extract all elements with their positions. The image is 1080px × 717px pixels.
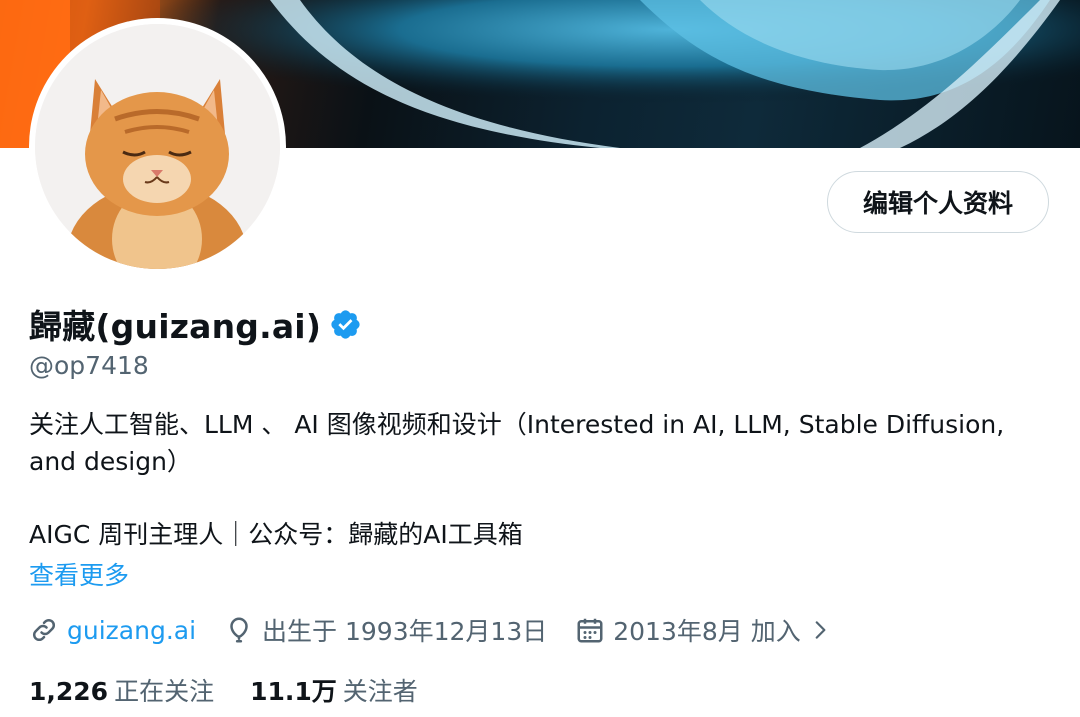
birthday-item: 出生于 1993年12月13日 (224, 612, 547, 648)
link-icon (32, 618, 56, 642)
profile-bio-line2: AIGC 周刊主理人｜公众号：歸藏的AI工具箱 (29, 520, 523, 549)
followers-stat[interactable]: 11.1万 关注者 (250, 672, 418, 708)
profile-name-row: 歸藏(guizang.ai) (29, 302, 362, 346)
profile-meta-row: guizang.ai 出生于 1993年12月13日 2013年8月 加入 (29, 610, 869, 650)
cat-avatar-image (35, 24, 280, 269)
followers-count: 11.1万 (250, 677, 337, 706)
avatar[interactable] (35, 24, 280, 269)
following-count: 1,226 (29, 677, 109, 706)
website-item[interactable]: guizang.ai (29, 615, 196, 645)
see-more-link[interactable]: 查看更多 (29, 556, 129, 592)
following-label: 正在关注 (114, 677, 215, 706)
joined-item: 2013年8月 加入 (575, 612, 840, 648)
profile-handle: @op7418 (29, 351, 149, 380)
website-link[interactable]: guizang.ai (67, 616, 196, 645)
display-name: 歸藏(guizang.ai) (29, 307, 322, 346)
edit-profile-button[interactable]: 编辑个人资料 (827, 171, 1049, 233)
calendar-icon (577, 618, 603, 643)
birthday-text: 出生于 1993年12月13日 (262, 617, 548, 646)
profile-bio: 关注人工智能、LLM 、 AI 图像视频和设计（Interested in AI… (29, 410, 1005, 476)
chevron-right-icon[interactable] (807, 617, 833, 643)
following-stat[interactable]: 1,226 正在关注 (29, 672, 214, 708)
verified-badge-icon[interactable] (329, 308, 362, 341)
followers-label: 关注者 (342, 677, 418, 706)
profile-stats-row: 1,226 正在关注 11.1万 关注者 (29, 672, 454, 708)
balloon-icon (230, 617, 248, 643)
joined-text: 2013年8月 加入 (613, 617, 801, 646)
